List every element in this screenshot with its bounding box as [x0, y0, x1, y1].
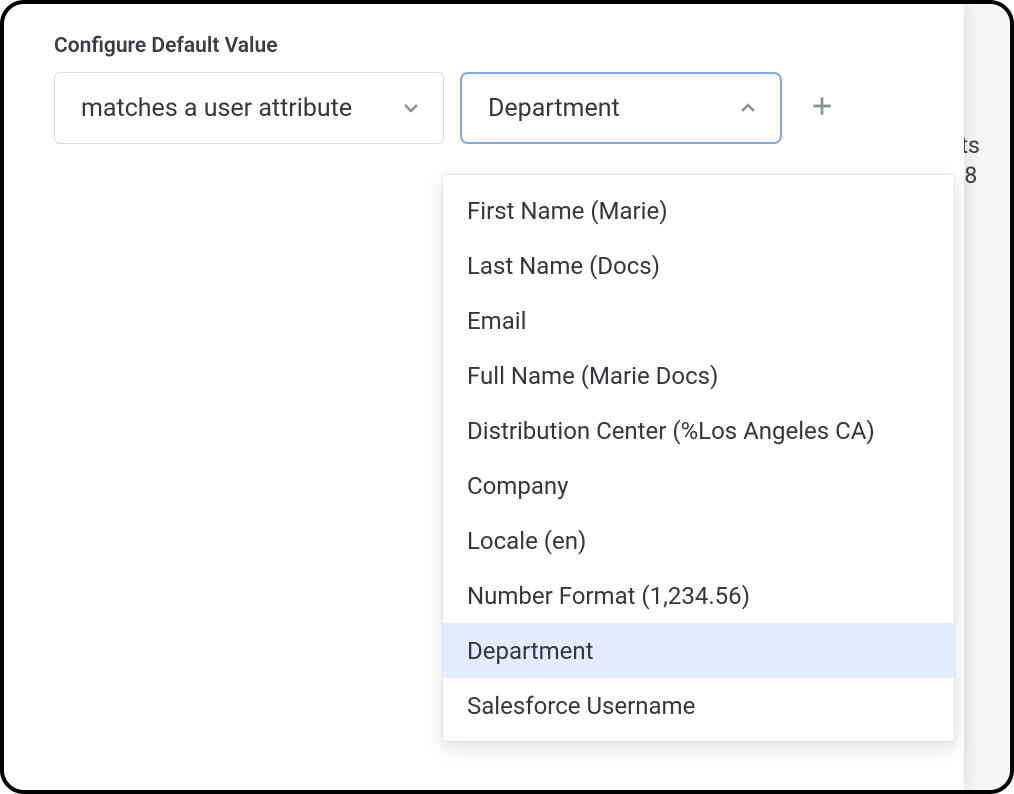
- controls-row: matches a user attribute Department: [54, 72, 924, 144]
- chevron-up-icon: [738, 98, 758, 118]
- plus-icon: [809, 93, 835, 123]
- dropdown-item-label: Salesforce Username: [467, 692, 695, 720]
- dropdown-item-full-name[interactable]: Full Name (Marie Docs): [443, 348, 954, 403]
- dropdown-item-department[interactable]: Department: [443, 623, 954, 678]
- condition-select-label: matches a user attribute: [81, 94, 352, 123]
- add-button[interactable]: [804, 90, 840, 126]
- dropdown-item-label: Locale (en): [467, 527, 586, 555]
- condition-select[interactable]: matches a user attribute: [54, 72, 444, 144]
- dropdown-item-distribution-center[interactable]: Distribution Center (%Los Angeles CA): [443, 403, 954, 458]
- dropdown-item-label: Last Name (Docs): [467, 252, 660, 280]
- dropdown-item-company[interactable]: Company: [443, 458, 954, 513]
- dropdown-item-label: Department: [467, 637, 593, 665]
- config-modal: Configure Default Value matches a user a…: [4, 4, 964, 790]
- dropdown-item-label: First Name (Marie): [467, 197, 668, 225]
- attribute-select-label: Department: [488, 94, 620, 123]
- chevron-down-icon: [401, 98, 421, 118]
- dropdown-item-locale[interactable]: Locale (en): [443, 513, 954, 568]
- dropdown-item-last-name[interactable]: Last Name (Docs): [443, 238, 954, 293]
- dropdown-item-first-name[interactable]: First Name (Marie): [443, 183, 954, 238]
- dropdown-item-label: Email: [467, 307, 526, 335]
- attribute-select[interactable]: Department: [460, 72, 782, 144]
- attribute-dropdown: First Name (Marie) Last Name (Docs) Emai…: [442, 174, 955, 742]
- dropdown-item-number-format[interactable]: Number Format (1,234.56): [443, 568, 954, 623]
- section-title: Configure Default Value: [54, 34, 924, 58]
- dropdown-item-label: Company: [467, 472, 569, 500]
- dropdown-item-salesforce-username[interactable]: Salesforce Username: [443, 678, 954, 733]
- window-frame: on Ho atshirts s 20.18 ees 81 s 1 Config…: [0, 0, 1014, 794]
- dropdown-item-label: Full Name (Marie Docs): [467, 362, 718, 390]
- dropdown-item-email[interactable]: Email: [443, 293, 954, 348]
- dropdown-item-label: Number Format (1,234.56): [467, 582, 750, 610]
- dropdown-item-label: Distribution Center (%Los Angeles CA): [467, 417, 875, 445]
